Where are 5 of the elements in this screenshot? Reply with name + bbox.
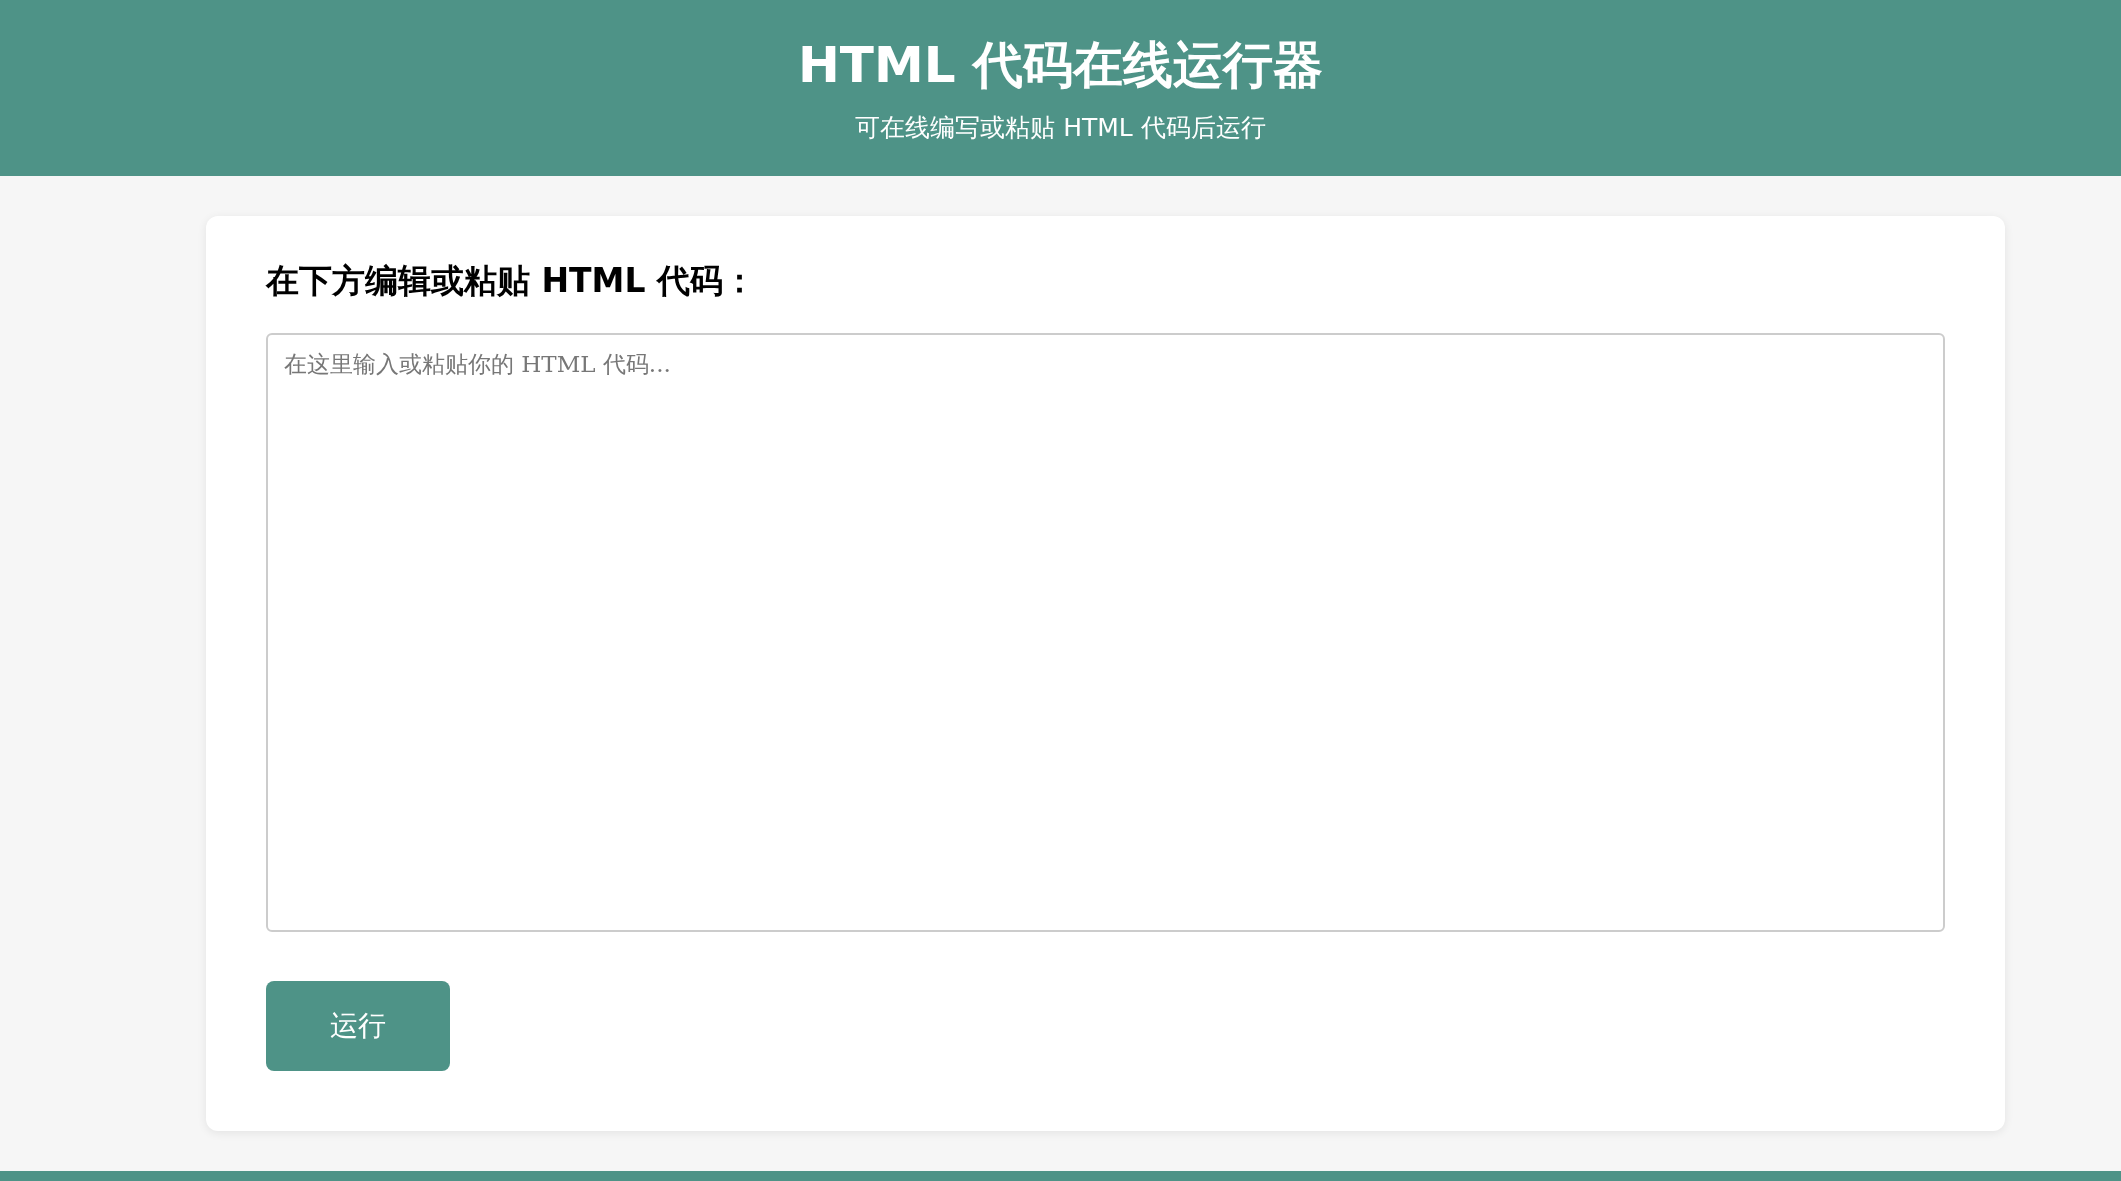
run-button[interactable]: 运行 [266,981,450,1071]
page-title: HTML 代码在线运行器 [798,35,1323,96]
code-input-field[interactable]: 在这里输入或粘贴你的 HTML 代码... [266,333,1945,932]
editor-label: 在下方编辑或粘贴 HTML 代码： [266,260,756,302]
page-subtitle: 可在线编写或粘贴 HTML 代码后运行 [855,112,1266,144]
